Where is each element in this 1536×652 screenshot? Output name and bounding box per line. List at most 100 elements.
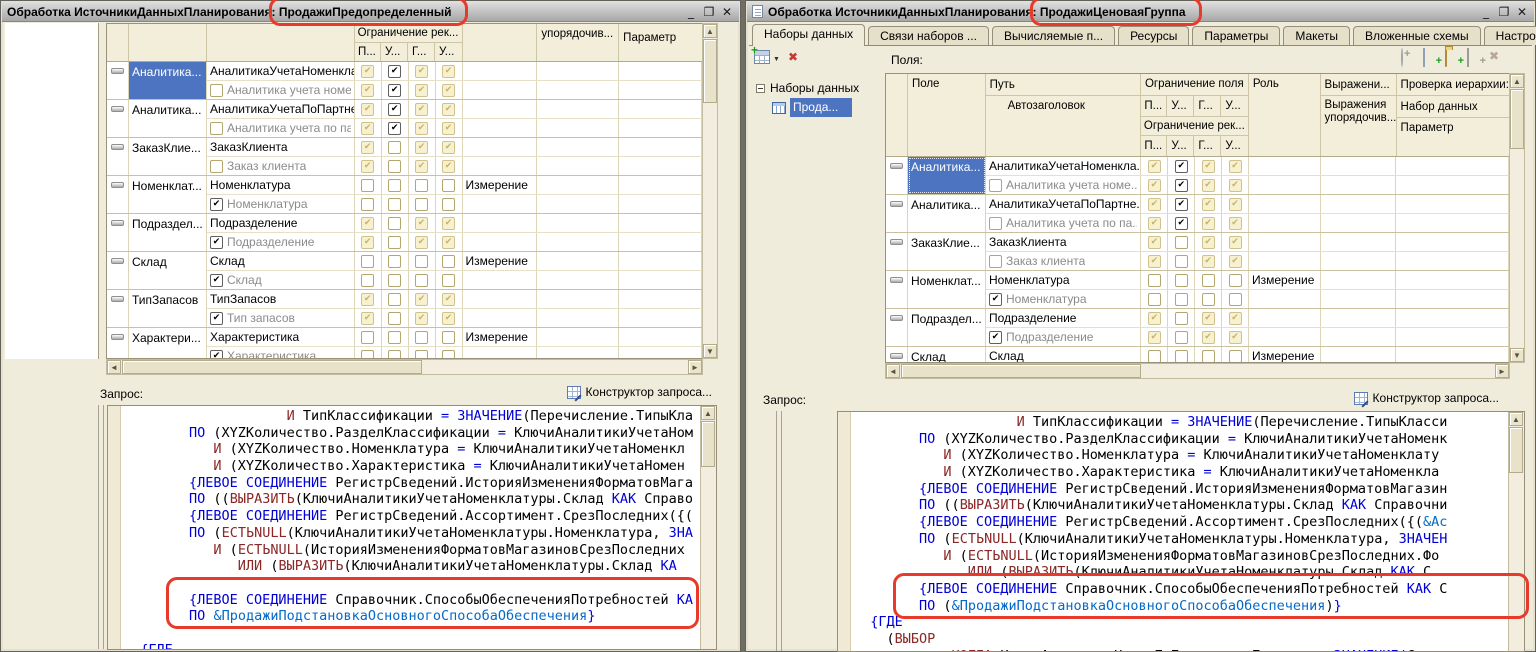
restriction-cell[interactable] [382, 233, 409, 251]
empty-cell[interactable] [1321, 195, 1397, 213]
empty-cell[interactable] [1396, 271, 1509, 289]
checkbox[interactable] [388, 141, 401, 154]
checkbox[interactable] [388, 217, 401, 230]
checkbox[interactable]: ✔ [1202, 236, 1215, 249]
field-name-cell[interactable]: Склад [129, 252, 207, 289]
role-cell[interactable]: Измерение [463, 252, 538, 270]
restriction-cell[interactable]: ✔ [409, 138, 436, 156]
role-cell[interactable] [463, 271, 538, 289]
checkbox[interactable]: ✔ [361, 312, 374, 325]
checkbox[interactable]: ✔ [442, 293, 455, 306]
empty-cell[interactable] [619, 252, 702, 270]
autotitle-checkbox[interactable] [989, 179, 1002, 192]
scroll-left-icon[interactable]: ◄ [107, 360, 121, 374]
restriction-cell[interactable]: ✔ [1222, 328, 1249, 346]
restriction-cell[interactable]: ✔ [1168, 195, 1195, 213]
table-row-sub[interactable]: ✔Характеристика [207, 347, 702, 359]
restriction-cell[interactable]: ✔ [436, 157, 463, 175]
checkbox[interactable]: ✔ [415, 293, 428, 306]
checkbox[interactable] [442, 350, 455, 360]
autotitle-cell[interactable]: ✔Склад [207, 271, 355, 289]
checkbox[interactable]: ✔ [442, 65, 455, 78]
role-cell[interactable] [1249, 157, 1321, 175]
restriction-cell[interactable]: ✔ [1141, 214, 1168, 232]
drag-grip-icon[interactable] [890, 239, 903, 245]
field-name-cell[interactable]: Склад [908, 347, 986, 362]
restriction-cell[interactable]: ✔ [436, 290, 463, 308]
table-row-group[interactable]: Номенклат...НоменклатураИзмерение✔Номенк… [886, 271, 1509, 309]
query-line[interactable]: ПО (ЕСТЬNULL(КлючиАналитикиУчетаНоменкла… [854, 531, 1507, 548]
restriction-cell[interactable]: ✔ [355, 62, 382, 80]
empty-cell[interactable] [537, 81, 619, 99]
checkbox[interactable]: ✔ [1148, 331, 1161, 344]
role-cell[interactable] [463, 157, 538, 175]
restriction-cell[interactable]: ✔ [409, 157, 436, 175]
checkbox[interactable] [388, 179, 401, 192]
restriction-cell[interactable]: ✔ [1195, 214, 1222, 232]
checkbox[interactable] [388, 236, 401, 249]
query-line[interactable]: И (XYZКоличество.Характеристика = КлючиА… [854, 464, 1507, 481]
restriction-cell[interactable] [355, 195, 382, 213]
checkbox[interactable]: ✔ [1202, 217, 1215, 230]
checkbox[interactable]: ✔ [415, 236, 428, 249]
checkbox[interactable]: ✔ [442, 312, 455, 325]
restriction-cell[interactable] [436, 271, 463, 289]
table-row-main[interactable]: АналитикаУчетаНоменкла...✔✔✔✔ [986, 157, 1509, 176]
checkbox[interactable]: ✔ [361, 65, 374, 78]
checkbox[interactable] [1175, 312, 1188, 325]
checkbox[interactable]: ✔ [1229, 179, 1242, 192]
checkbox[interactable]: ✔ [1229, 236, 1242, 249]
path-cell[interactable]: Номенклатура [986, 271, 1141, 289]
query-vscrollbar[interactable]: ▲ [700, 406, 716, 649]
table-row-group[interactable]: Номенклат...НоменклатураИзмерение✔Номенк… [107, 176, 702, 214]
checkbox[interactable]: ✔ [415, 84, 428, 97]
hscroll-thumb[interactable] [122, 360, 422, 374]
checkbox[interactable]: ✔ [361, 122, 374, 135]
tab-7[interactable]: Вложенные схемы [1353, 26, 1481, 45]
role-cell[interactable] [1249, 328, 1321, 346]
add-table-icon[interactable]: + [1467, 49, 1483, 63]
path-cell[interactable]: АналитикаУчетаНоменкла... [207, 62, 355, 80]
row-handle[interactable] [107, 328, 129, 359]
checkbox[interactable] [442, 274, 455, 287]
role-cell[interactable] [463, 62, 538, 80]
autotitle-checkbox[interactable] [989, 255, 1002, 268]
restriction-cell[interactable]: ✔ [1195, 233, 1222, 251]
field-name-cell[interactable]: Аналитика... [129, 100, 207, 137]
checkbox[interactable]: ✔ [415, 103, 428, 116]
empty-cell[interactable] [537, 195, 619, 213]
checkbox[interactable] [415, 198, 428, 211]
table-row-main[interactable]: ТипЗапасов✔✔✔ [207, 290, 702, 309]
checkbox[interactable]: ✔ [361, 293, 374, 306]
drag-grip-icon[interactable] [111, 258, 124, 264]
restriction-cell[interactable]: ✔ [436, 62, 463, 80]
restriction-cell[interactable] [355, 271, 382, 289]
checkbox[interactable]: ✔ [361, 160, 374, 173]
empty-cell[interactable] [1396, 252, 1509, 270]
restriction-cell[interactable]: ✔ [355, 138, 382, 156]
path-cell[interactable]: Номенклатура [207, 176, 355, 194]
empty-cell[interactable] [537, 157, 619, 175]
field-name-cell[interactable]: Аналитика... [129, 62, 207, 99]
row-handle[interactable] [886, 233, 908, 270]
restriction-cell[interactable] [409, 176, 436, 194]
scroll-down-icon[interactable]: ▼ [703, 344, 717, 358]
query-line[interactable]: (ВЫБОР [854, 631, 1507, 648]
restriction-cell[interactable]: ✔ [1141, 195, 1168, 213]
query-line[interactable]: ПО (&ПродажиПодстановкаОсновногоСпособаО… [854, 598, 1507, 615]
add-field-icon[interactable] [1401, 49, 1417, 63]
table-row-group[interactable]: Аналитика...АналитикаУчетаПоПартне...✔✔✔… [107, 100, 702, 138]
field-name-cell[interactable]: Подраздел... [129, 214, 207, 251]
query-line[interactable]: {ЛЕВОЕ СОЕДИНЕНИЕ Справочник.СпособыОбес… [124, 592, 699, 609]
splitter[interactable] [98, 405, 104, 649]
autotitle-cell[interactable]: ✔Характеристика [207, 347, 355, 359]
restriction-cell[interactable]: ✔ [382, 81, 409, 99]
checkbox[interactable]: ✔ [1229, 312, 1242, 325]
checkbox[interactable]: ✔ [1148, 236, 1161, 249]
fields-vscrollbar[interactable]: ▲ ▼ [1509, 73, 1525, 363]
checkbox[interactable] [1229, 293, 1242, 306]
checkbox[interactable] [1148, 274, 1161, 287]
checkbox[interactable] [388, 255, 401, 268]
path-cell[interactable]: АналитикаУчетаПоПартне... [986, 195, 1141, 213]
table-row-main[interactable]: Подразделение✔✔✔ [986, 309, 1509, 328]
